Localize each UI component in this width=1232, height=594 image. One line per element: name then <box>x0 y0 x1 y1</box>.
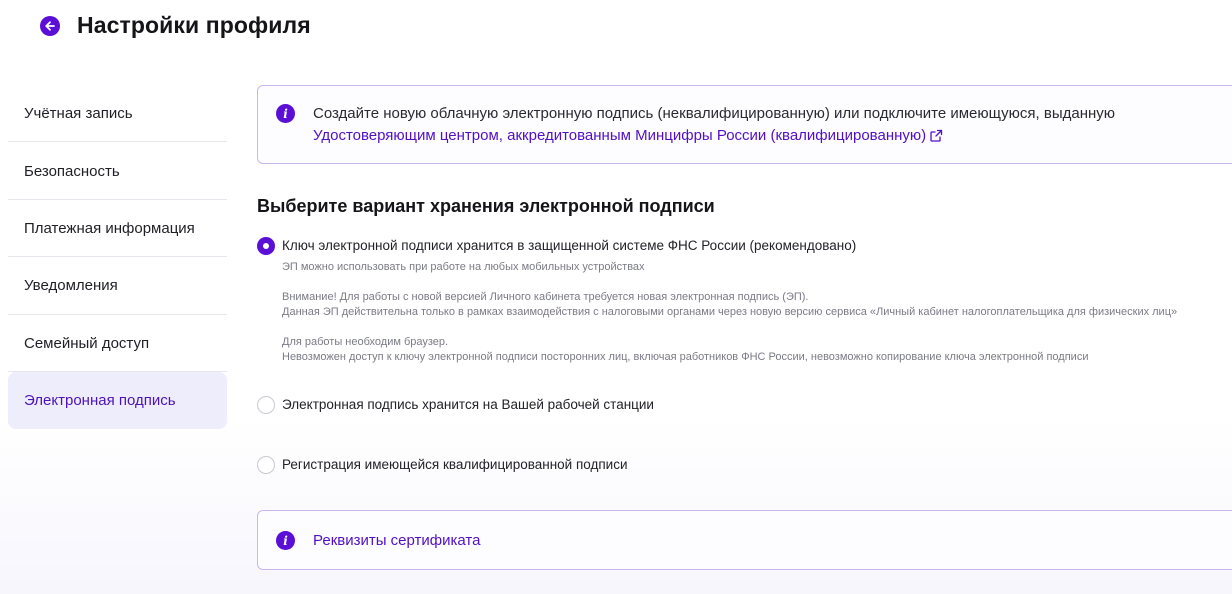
option-label[interactable]: Регистрация имеющейся квалифицированной … <box>282 455 628 475</box>
sidebar-item-electronic-signature[interactable]: Электронная подпись <box>8 371 227 430</box>
section-title: Выберите вариант хранения электронной по… <box>257 196 715 216</box>
sidebar-item-security[interactable]: Безопасность <box>8 142 227 201</box>
sidebar-item-payment[interactable]: Платежная информация <box>8 200 227 258</box>
option-desc-line: ЭП можно использовать при работе на любы… <box>282 261 645 273</box>
info-icon: i <box>276 104 295 123</box>
info-notice-message: Создайте новую облачную электронную подп… <box>313 105 1116 122</box>
option-label[interactable]: Ключ электронной подписи хранится в защи… <box>282 236 1177 256</box>
accredited-ca-link-text: Удостоверяющим центром, аккредитованным … <box>313 127 927 144</box>
arrow-left-icon <box>45 20 55 31</box>
sidebar-nav: Учётная запись Безопасность Платежная ин… <box>8 85 227 430</box>
storage-options: Ключ электронной подписи хранится в защи… <box>257 236 1232 475</box>
info-notice-text: Создайте новую облачную электронную подп… <box>313 103 1115 147</box>
radio-fns-storage[interactable] <box>257 237 275 255</box>
option-label[interactable]: Электронная подпись хранится на Вашей ра… <box>282 395 654 415</box>
radio-workstation-storage[interactable] <box>257 396 275 414</box>
sidebar-item-family-access[interactable]: Семейный доступ <box>8 315 227 373</box>
option-qualified-registration: Регистрация имеющейся квалифицированной … <box>257 455 1232 475</box>
option-desc-line: Внимание! Для работы с новой версией Лич… <box>282 291 809 303</box>
certificate-details-link[interactable]: Реквизиты сертификата <box>313 532 480 549</box>
option-fns-storage: Ключ электронной подписи хранится в защи… <box>257 236 1232 365</box>
external-link-icon <box>930 129 943 142</box>
back-button[interactable] <box>40 15 60 36</box>
option-desc-line: Данная ЭП действительна только в рамках … <box>282 306 1178 318</box>
option-body: Электронная подпись хранится на Вашей ра… <box>282 395 654 415</box>
option-desc-line: Для работы необходим браузер. <box>282 336 449 348</box>
page-header: Настройки профиля <box>40 12 311 39</box>
accredited-ca-link[interactable]: Удостоверяющим центром, аккредитованным … <box>313 127 943 144</box>
main-content: i Создайте новую облачную электронную по… <box>257 85 1232 570</box>
info-icon: i <box>276 531 295 550</box>
sidebar-item-account[interactable]: Учётная запись <box>8 85 227 143</box>
option-workstation-storage: Электронная подпись хранится на Вашей ра… <box>257 395 1232 415</box>
option-description: ЭП можно использовать при работе на любы… <box>282 260 1177 365</box>
option-body: Регистрация имеющейся квалифицированной … <box>282 455 628 475</box>
certificate-details-panel[interactable]: i Реквизиты сертификата <box>257 510 1232 570</box>
info-notice: i Создайте новую облачную электронную по… <box>257 85 1232 164</box>
option-desc-line: Невозможен доступ к ключу электронной по… <box>282 351 1089 363</box>
option-body: Ключ электронной подписи хранится в защи… <box>282 236 1177 365</box>
sidebar-item-notifications[interactable]: Уведомления <box>8 257 227 315</box>
page-title: Настройки профиля <box>77 12 311 38</box>
radio-qualified-registration[interactable] <box>257 456 275 474</box>
